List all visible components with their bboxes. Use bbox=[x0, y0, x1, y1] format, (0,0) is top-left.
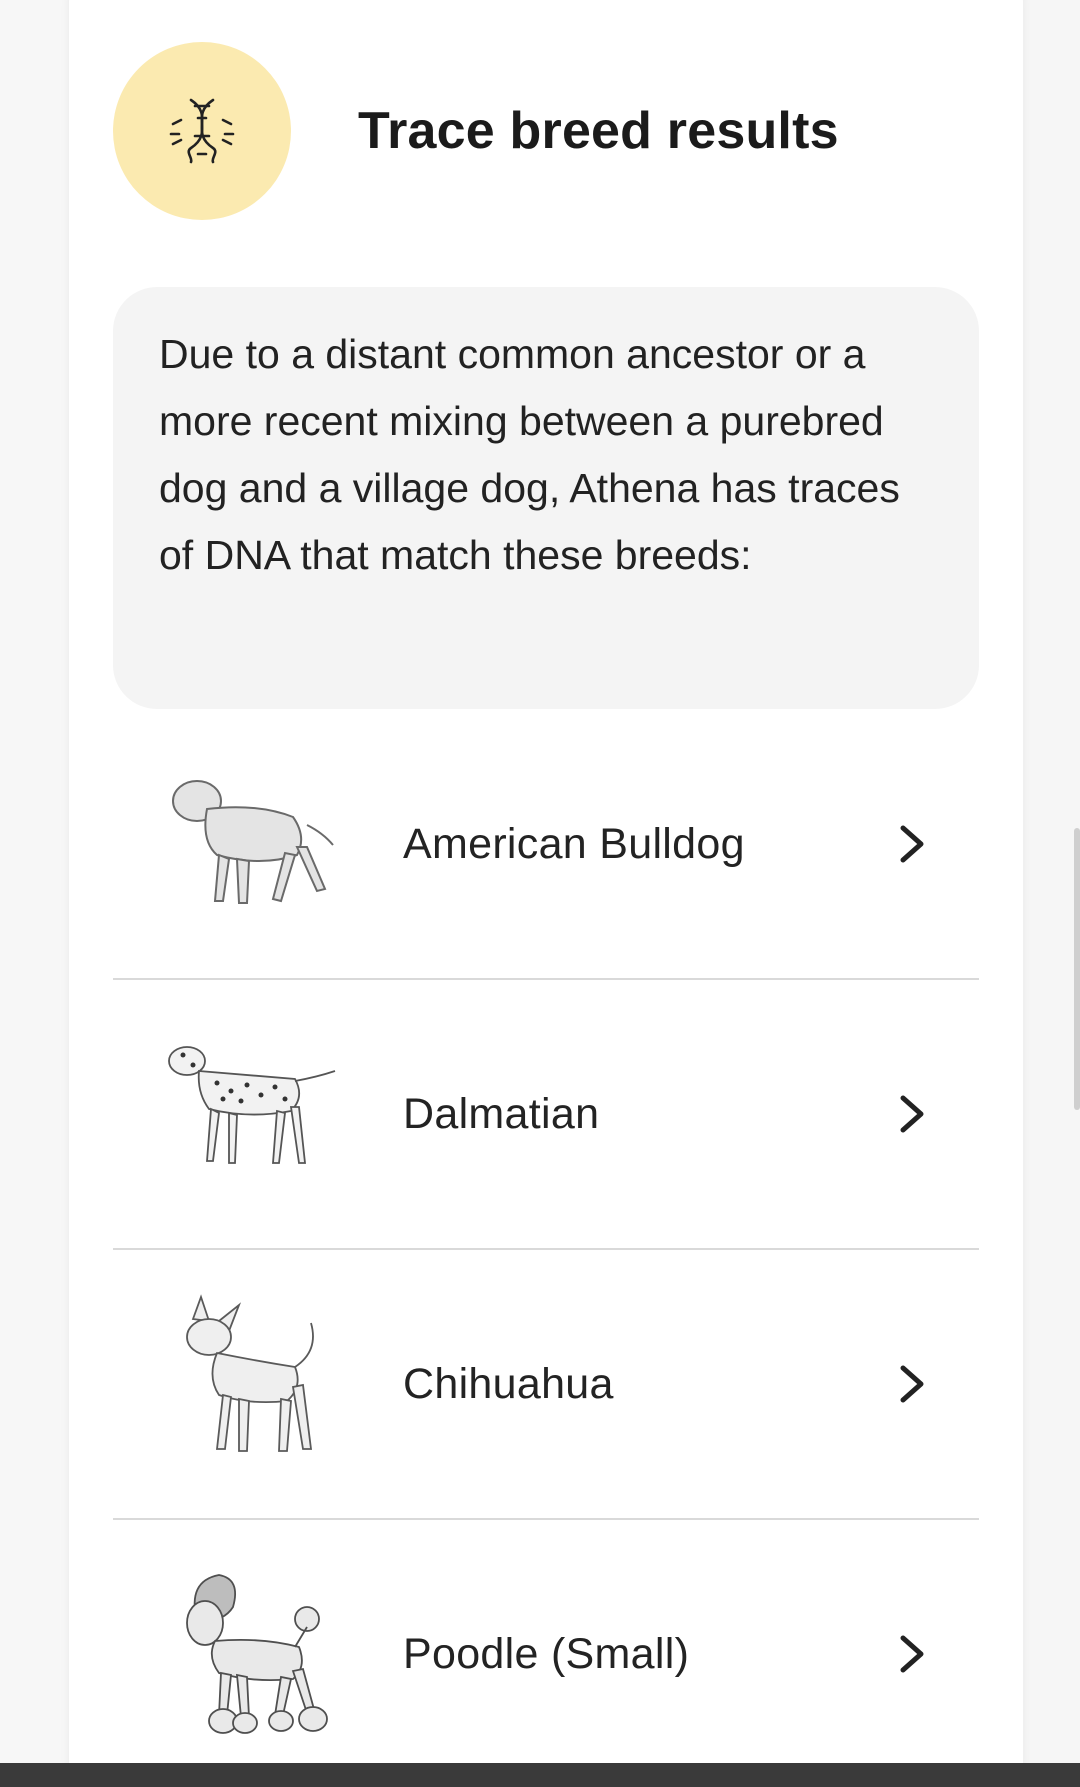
page-title: Trace breed results bbox=[358, 102, 839, 160]
chevron-right-icon[interactable] bbox=[895, 822, 929, 866]
chevron-right-icon[interactable] bbox=[895, 1632, 929, 1676]
breed-name: Dalmatian bbox=[403, 1089, 600, 1138]
breed-row-poodle-small[interactable]: Poodle (Small) bbox=[113, 1520, 979, 1787]
breed-name: Poodle (Small) bbox=[403, 1629, 690, 1678]
dna-icon bbox=[169, 98, 235, 164]
bottom-bar bbox=[0, 1763, 1080, 1787]
chevron-right-icon[interactable] bbox=[895, 1362, 929, 1406]
breed-row-american-bulldog[interactable]: American Bulldog bbox=[113, 710, 979, 980]
trace-breed-card: Trace breed results Due to a distant com… bbox=[69, 0, 1023, 1787]
card-header: Trace breed results bbox=[113, 42, 839, 220]
left-gutter bbox=[0, 0, 68, 1787]
poodle-illustration bbox=[157, 1561, 343, 1747]
info-text-box: Due to a distant common ancestor or a mo… bbox=[113, 287, 979, 709]
breed-row-dalmatian[interactable]: Dalmatian bbox=[113, 980, 979, 1250]
breed-name: Chihuahua bbox=[403, 1359, 614, 1408]
dalmatian-illustration bbox=[157, 1021, 343, 1207]
chevron-right-icon[interactable] bbox=[895, 1092, 929, 1136]
breed-row-chihuahua[interactable]: Chihuahua bbox=[113, 1250, 979, 1520]
info-text: Due to a distant common ancestor or a mo… bbox=[159, 331, 900, 578]
breed-name: American Bulldog bbox=[403, 819, 745, 868]
page: Trace breed results Due to a distant com… bbox=[0, 0, 1080, 1787]
breed-list: American Bulldog Dalmatian Chihuahua Poo… bbox=[113, 710, 979, 1787]
scrollbar-thumb[interactable] bbox=[1074, 828, 1080, 1110]
american-bulldog-illustration bbox=[157, 751, 343, 937]
dna-icon-badge bbox=[113, 42, 291, 220]
chihuahua-illustration bbox=[157, 1291, 343, 1477]
